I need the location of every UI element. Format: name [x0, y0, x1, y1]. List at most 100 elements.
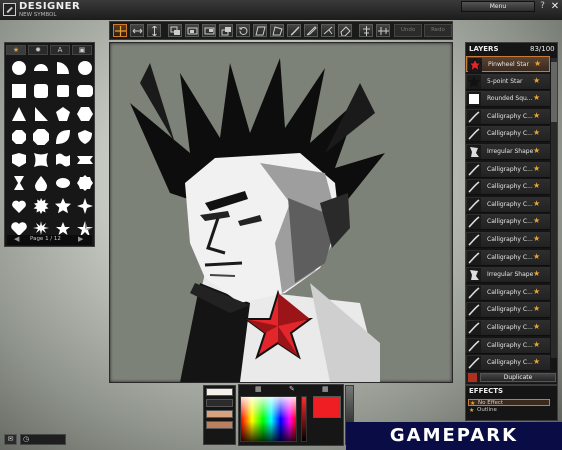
shape-circle-icon[interactable] [9, 58, 29, 77]
arrange-front-icon[interactable] [168, 24, 182, 37]
effect-item[interactable]: ★ No Effect [468, 399, 550, 407]
skew-icon[interactable] [253, 24, 267, 37]
trash-icon[interactable] [468, 373, 477, 382]
star-icon[interactable]: ★ [533, 234, 540, 243]
shape-heart-icon[interactable] [9, 196, 29, 215]
shape-shield-icon[interactable] [75, 127, 95, 146]
layer-row[interactable]: Calligraphy C... ★ [466, 302, 550, 319]
shape-square-icon[interactable] [9, 81, 29, 100]
rotate-icon[interactable] [236, 24, 250, 37]
chevron-right-icon[interactable]: ▶ [78, 235, 83, 243]
effect-item[interactable]: ★ Outline [468, 407, 550, 414]
menu-button[interactable]: Menu [461, 1, 535, 12]
arrange-forward-icon[interactable] [185, 24, 199, 37]
shape-drop-icon[interactable] [31, 173, 51, 192]
shape-pillow-icon[interactable] [31, 150, 51, 169]
shape-half-circle-icon[interactable] [31, 58, 51, 77]
undo-button[interactable]: Undo [394, 24, 422, 37]
layer-row[interactable]: Calligraphy C... ★ [466, 355, 550, 372]
shape-quarter-circle-icon[interactable] [53, 58, 73, 77]
shape-sparkle-icon[interactable] [75, 196, 95, 215]
shape-badge-icon[interactable] [9, 150, 29, 169]
shape-wave-icon[interactable] [53, 150, 73, 169]
shape-right-triangle-icon[interactable] [31, 104, 51, 123]
color-swatch[interactable] [206, 388, 233, 396]
current-color-swatch[interactable] [313, 396, 341, 418]
duplicate-button[interactable]: Duplicate [480, 373, 556, 382]
star-icon[interactable]: ★ [533, 340, 540, 349]
shape-rounded-octagon-icon[interactable] [31, 127, 51, 146]
layer-row[interactable]: Calligraphy C... ★ [466, 161, 550, 178]
distort-icon[interactable] [270, 24, 284, 37]
layer-row[interactable]: Calligraphy C... ★ [466, 320, 550, 336]
layer-row[interactable]: Calligraphy C... ★ [466, 337, 550, 354]
layer-row[interactable]: Irregular Shape ★ [466, 267, 550, 284]
flip-horizontal-icon[interactable] [130, 24, 144, 37]
arrange-back-icon[interactable] [219, 24, 233, 37]
arrange-backward-icon[interactable] [202, 24, 216, 37]
shape-rounded-square-small-icon[interactable] [53, 81, 73, 100]
text-tab[interactable]: A [50, 45, 70, 55]
shape-rounded-square-icon[interactable] [31, 81, 51, 100]
color-swatch[interactable] [206, 399, 233, 407]
eraser-icon[interactable] [338, 24, 352, 37]
star-icon[interactable]: ★ [533, 269, 540, 278]
layer-row[interactable]: Calligraphy C... ★ [466, 249, 550, 266]
layer-row[interactable]: Calligraphy C... ★ [466, 284, 550, 301]
star-icon[interactable]: ★ [533, 357, 540, 366]
star-icon[interactable]: ★ [533, 76, 540, 85]
eyedropper-icon[interactable]: ✎ [289, 385, 295, 393]
redo-button[interactable]: Redo [424, 24, 452, 37]
palette-grid-icon[interactable]: ▦ [255, 385, 262, 393]
layer-row[interactable]: Calligraphy C... ★ [466, 126, 550, 143]
color-spectrum[interactable] [240, 396, 297, 442]
align-horizontal-icon[interactable] [376, 24, 390, 37]
star-icon[interactable]: ★ [533, 146, 540, 155]
star-icon[interactable]: ★ [533, 181, 540, 190]
layer-row[interactable]: Rounded Squ... ★ [466, 91, 550, 108]
color-swatch[interactable] [206, 410, 233, 418]
shape-hexagon-icon[interactable] [75, 104, 95, 123]
star-icon[interactable]: ★ [533, 287, 540, 296]
star-icon[interactable]: ★ [533, 252, 540, 261]
shape-banner-icon[interactable] [75, 150, 95, 169]
star-icon[interactable]: ★ [533, 93, 540, 102]
layer-row[interactable]: Irregular Shape ★ [466, 144, 550, 160]
shape-octagon-icon[interactable] [9, 127, 29, 146]
layer-row[interactable]: Calligraphy C... ★ [466, 232, 550, 248]
star-icon[interactable]: ★ [533, 128, 540, 137]
flip-vertical-icon[interactable] [147, 24, 161, 37]
brush-icon[interactable] [287, 24, 301, 37]
star-icon[interactable]: ★ [533, 164, 540, 173]
star-icon[interactable]: ★ [533, 111, 540, 120]
pen-icon[interactable] [304, 24, 318, 37]
star-tab-icon[interactable]: ★ [6, 45, 26, 55]
shape-wide-rounded-square-icon[interactable] [75, 81, 95, 100]
shape-circle-icon[interactable] [75, 58, 95, 77]
align-vertical-icon[interactable] [359, 24, 373, 37]
shape-spiky-circle-icon[interactable] [31, 196, 51, 215]
layer-row[interactable]: Calligraphy C... ★ [466, 108, 550, 125]
star-icon[interactable]: ★ [533, 199, 540, 208]
shape-leaf-icon[interactable] [53, 127, 73, 146]
layer-row[interactable]: Calligraphy C... ★ [466, 214, 550, 231]
move-icon[interactable] [113, 24, 127, 37]
image-tab-icon[interactable]: ▣ [72, 45, 92, 55]
shape-wavy-circle-icon[interactable] [75, 173, 95, 192]
shape-triangle-icon[interactable] [9, 104, 29, 123]
layer-row[interactable]: Pinwheel Star ★ [466, 56, 550, 73]
shape-lemon-icon[interactable] [53, 173, 73, 192]
color-grid-icon[interactable]: ▦ [322, 385, 329, 393]
star-icon[interactable]: ★ [533, 322, 540, 331]
badge-tab-icon[interactable]: ✹ [28, 45, 48, 55]
layers-scroll-thumb[interactable] [551, 62, 557, 122]
chat-icon[interactable]: ✉ [4, 434, 17, 445]
shape-star-icon[interactable] [53, 196, 73, 215]
star-icon[interactable]: ★ [533, 304, 540, 313]
design-canvas[interactable] [109, 42, 453, 383]
shape-hourglass-icon[interactable] [9, 173, 29, 192]
chevron-left-icon[interactable]: ◀ [14, 235, 19, 243]
star-icon[interactable]: ★ [534, 59, 541, 68]
color-swatch[interactable] [206, 421, 233, 429]
layer-row[interactable]: 5-point Star ★ [466, 73, 550, 90]
